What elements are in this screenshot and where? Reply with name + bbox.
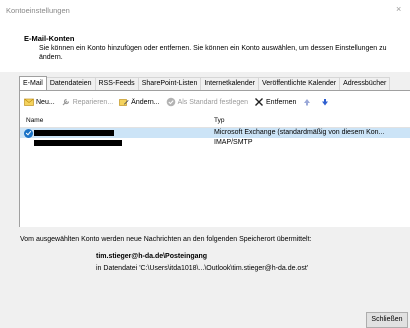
change-button[interactable]: Ändern...	[119, 97, 160, 107]
close-button[interactable]: Schließen	[366, 312, 408, 328]
data-file-path: in Datendatei 'C:\Users\itda1018\...\Out…	[96, 265, 309, 272]
tab-address-books[interactable]: Adressbücher	[340, 77, 391, 90]
repair-button[interactable]: Reparieren...	[61, 97, 113, 107]
table-row[interactable]: Microsoft Exchange (standardmäßig von di…	[20, 128, 410, 138]
remove-button[interactable]: Entfernen	[254, 97, 296, 107]
accounts-toolbar: Neu... Reparieren... Ändern... Als Stand…	[20, 95, 338, 109]
redacted-account-name	[34, 130, 114, 136]
close-window-icon[interactable]: ×	[396, 4, 401, 14]
redacted-account-name	[34, 140, 122, 146]
tab-sharepoint-lists[interactable]: SharePoint-Listen	[138, 77, 202, 90]
tab-rss-feeds[interactable]: RSS-Feeds	[95, 77, 139, 90]
window-title: Kontoeinstellungen	[6, 6, 70, 15]
tab-email[interactable]: E-Mail	[19, 76, 47, 91]
section-title: E-Mail-Konten	[24, 34, 75, 43]
remove-icon	[254, 97, 264, 107]
arrow-down-icon	[320, 97, 330, 107]
default-account-icon	[24, 129, 33, 138]
table-header: Name Typ	[20, 115, 410, 128]
check-icon	[166, 97, 176, 107]
new-mail-icon	[24, 97, 34, 107]
repair-icon	[61, 97, 71, 107]
section-description: Sie können ein Konto hinzufügen oder ent…	[39, 45, 387, 61]
title-bar: Kontoeinstellungen ×	[0, 0, 410, 22]
delivery-folder: tim.stieger@h-da.de\Posteingang	[96, 253, 208, 260]
dialog-header: E-Mail-Konten Sie können ein Konto hinzu…	[0, 22, 410, 72]
email-accounts-panel: Neu... Reparieren... Ändern... Als Stand…	[19, 90, 410, 227]
tab-data-files[interactable]: Datendateien	[46, 77, 96, 90]
column-header-type[interactable]: Typ	[214, 117, 224, 124]
move-up-button[interactable]	[302, 97, 314, 107]
account-type: IMAP/SMTP	[214, 139, 253, 146]
delivery-location-label: Vom ausgewählten Konto werden neue Nachr…	[20, 236, 312, 243]
tab-published-calendars[interactable]: Veröffentlichte Kalender	[258, 77, 341, 90]
move-down-button[interactable]	[320, 97, 332, 107]
change-icon	[119, 97, 129, 107]
tab-internet-calendars[interactable]: Internetkalender	[201, 77, 259, 90]
set-default-button[interactable]: Als Standard festlegen	[166, 97, 248, 107]
account-type: Microsoft Exchange (standardmäßig von di…	[214, 129, 385, 136]
accounts-table: Name Typ Microsoft Exchange (standardmäß…	[20, 115, 410, 148]
column-header-name[interactable]: Name	[26, 117, 43, 124]
table-row[interactable]: IMAP/SMTP	[20, 138, 410, 148]
new-button[interactable]: Neu...	[24, 97, 55, 107]
tab-strip: E-Mail Datendateien RSS-Feeds SharePoint…	[19, 76, 391, 91]
arrow-up-icon	[302, 97, 312, 107]
